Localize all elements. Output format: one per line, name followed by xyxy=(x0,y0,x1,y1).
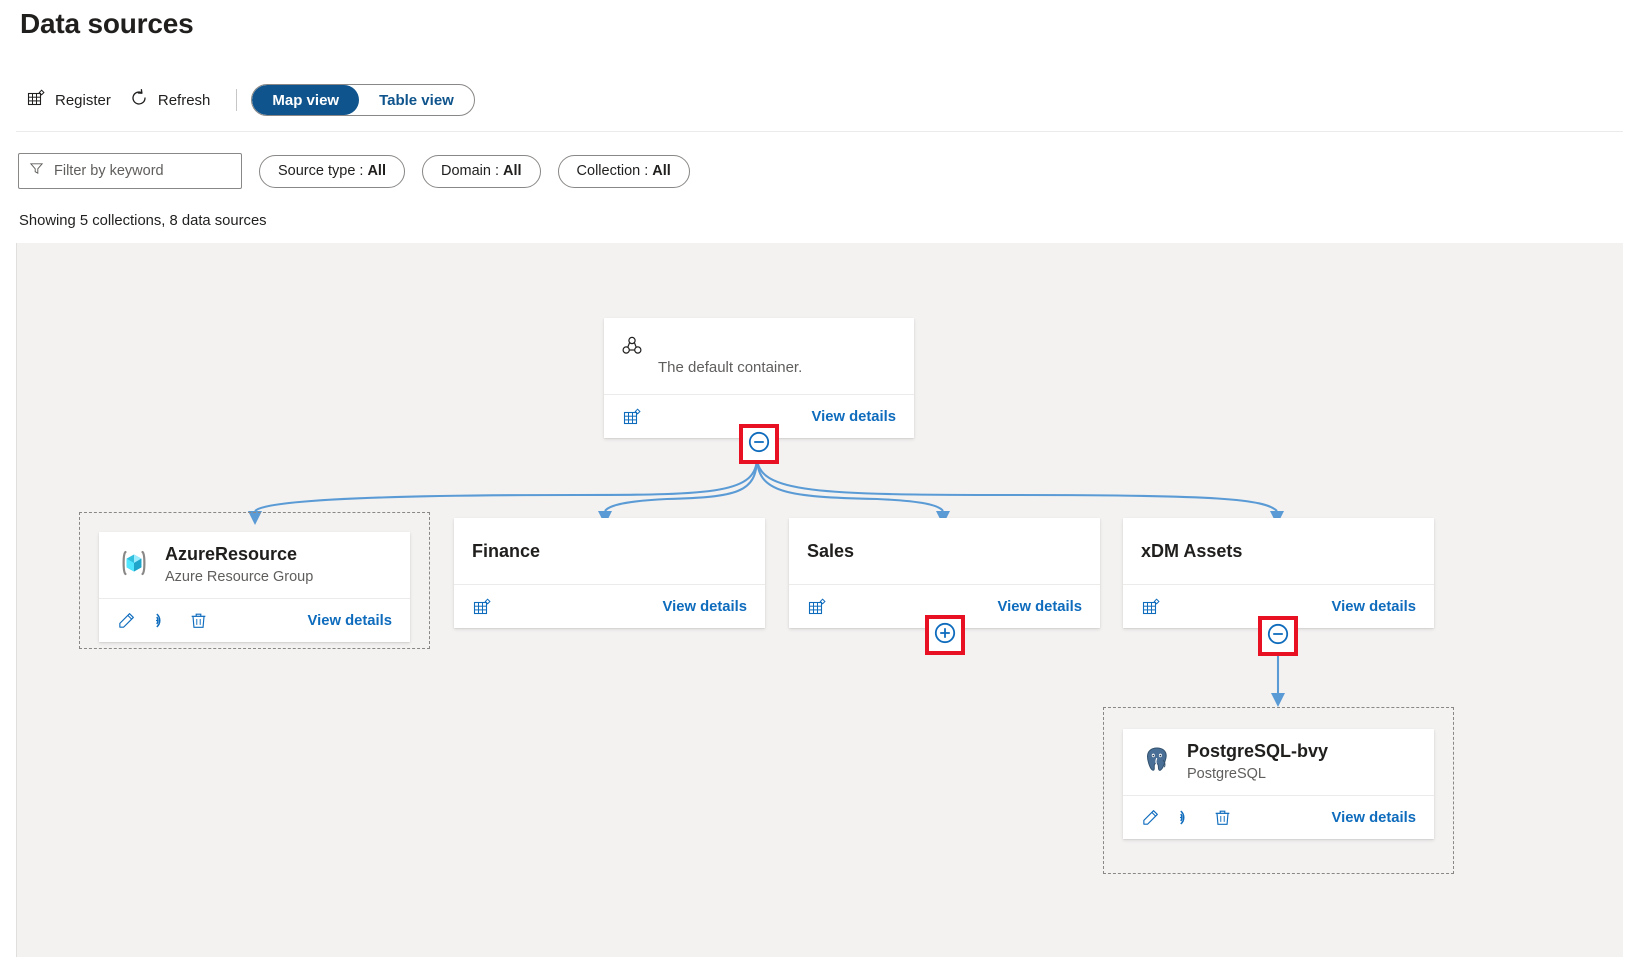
azure-resource-card-subtitle: Azure Resource Group xyxy=(165,568,314,585)
sales-collection-card[interactable]: Sales View details xyxy=(789,518,1100,628)
finance-card-text: Finance xyxy=(472,540,540,563)
filter-chip-collection-value: All xyxy=(652,163,671,179)
register-table-icon[interactable] xyxy=(807,597,827,617)
edit-pencil-icon[interactable] xyxy=(1141,808,1160,827)
xdm-assets-toggle-highlight xyxy=(1258,616,1298,656)
postgresql-card-title: PostgreSQL-bvy xyxy=(1187,741,1329,762)
sales-card-text: Sales xyxy=(807,540,854,563)
postgresql-source-card[interactable]: PostgreSQL-bvy PostgreSQL View details xyxy=(1123,729,1434,839)
postgresql-card-body: PostgreSQL-bvy PostgreSQL xyxy=(1123,729,1434,795)
sales-view-details-link[interactable]: View details xyxy=(998,599,1082,615)
xdm-assets-card-body: xDM Assets xyxy=(1123,518,1434,584)
filter-chip-source-type[interactable]: Source type : All xyxy=(259,154,405,188)
search-input[interactable] xyxy=(52,162,231,180)
finance-card-title: Finance xyxy=(472,540,541,561)
register-button-label: Register xyxy=(55,91,111,109)
search-box[interactable] xyxy=(18,153,242,189)
postgresql-card-text: PostgreSQL-bvy PostgreSQL xyxy=(1187,740,1328,783)
finance-card-footer: View details xyxy=(454,584,765,628)
postgresql-card-subtitle: PostgreSQL xyxy=(1187,765,1266,782)
filter-chip-domain-label: Domain : xyxy=(440,163,499,179)
azure-resource-card-title: AzureResource xyxy=(165,544,298,565)
root-card-body: The default container. xyxy=(604,318,914,394)
azure-resource-card-text: AzureResource Azure Resource Group xyxy=(165,543,313,586)
finance-card-body: Finance xyxy=(454,518,765,584)
xdm-assets-view-details-link[interactable]: View details xyxy=(1332,599,1416,615)
collection-group-icon xyxy=(620,334,644,363)
postgresql-view-details-link[interactable]: View details xyxy=(1332,810,1416,826)
xdm-assets-card-text: xDM Assets xyxy=(1141,540,1242,563)
delete-trash-icon[interactable] xyxy=(189,611,208,630)
filter-funnel-icon xyxy=(29,161,44,181)
filter-chip-source-type-label: Source type : xyxy=(278,163,364,179)
tab-table-view[interactable]: Table view xyxy=(359,85,474,115)
register-table-icon[interactable] xyxy=(1141,597,1161,617)
register-table-icon[interactable] xyxy=(622,407,642,427)
finance-view-details-link[interactable]: View details xyxy=(663,599,747,615)
filter-row: Source type : All Domain : All Collectio… xyxy=(18,153,690,189)
azure-resource-card-body: AzureResource Azure Resource Group xyxy=(99,532,410,598)
root-card-description: The default container. xyxy=(658,358,803,376)
sales-card-title: Sales xyxy=(807,540,855,561)
edit-pencil-icon[interactable] xyxy=(117,611,136,630)
command-bar: Register Refresh Map view Table view xyxy=(20,82,475,118)
azure-resource-view-details-link[interactable]: View details xyxy=(308,613,392,629)
map-canvas[interactable]: The default container. View details Azur… xyxy=(16,243,1623,957)
root-collection-card[interactable]: The default container. View details xyxy=(604,318,914,438)
view-toggle-group: Map view Table view xyxy=(251,84,475,116)
azure-resource-source-card[interactable]: AzureResource Azure Resource Group View … xyxy=(99,532,410,642)
filter-chip-domain-value: All xyxy=(503,163,522,179)
postgresql-card-footer: View details xyxy=(1123,795,1434,839)
finance-collection-card[interactable]: Finance View details xyxy=(454,518,765,628)
root-view-details-link[interactable]: View details xyxy=(812,409,896,425)
scan-radar-icon[interactable] xyxy=(1177,808,1196,827)
filter-chip-collection-label: Collection : xyxy=(576,163,649,179)
root-toggle-highlight xyxy=(739,424,779,464)
filter-chip-source-type-value: All xyxy=(367,163,386,179)
header-divider xyxy=(16,131,1623,132)
register-button[interactable]: Register xyxy=(20,83,123,117)
scan-radar-icon[interactable] xyxy=(153,611,172,630)
filter-chip-domain[interactable]: Domain : All xyxy=(421,154,541,188)
collapse-minus-circle-icon[interactable] xyxy=(1266,622,1290,651)
azure-resource-actions xyxy=(117,611,208,630)
azure-resource-card-footer: View details xyxy=(99,598,410,642)
xdm-assets-collection-card[interactable]: xDM Assets View details xyxy=(1123,518,1434,628)
results-count-text: Showing 5 collections, 8 data sources xyxy=(19,213,267,229)
register-table-icon[interactable] xyxy=(472,597,492,617)
register-table-icon xyxy=(26,88,46,112)
refresh-button-label: Refresh xyxy=(157,91,211,109)
postgresql-elephant-icon xyxy=(1141,744,1173,781)
azure-resource-group-icon xyxy=(117,546,151,585)
command-bar-divider xyxy=(236,89,238,111)
filter-chip-collection[interactable]: Collection : All xyxy=(557,154,690,188)
collapse-minus-circle-icon[interactable] xyxy=(747,430,771,459)
tab-map-view[interactable]: Map view xyxy=(252,85,360,115)
delete-trash-icon[interactable] xyxy=(1213,808,1232,827)
sales-toggle-highlight xyxy=(925,615,965,655)
refresh-circular-arrow-icon xyxy=(129,88,149,112)
refresh-button[interactable]: Refresh xyxy=(123,83,223,117)
xdm-assets-card-title: xDM Assets xyxy=(1141,540,1243,561)
page-title: Data sources xyxy=(20,8,194,39)
sales-card-body: Sales xyxy=(789,518,1100,584)
expand-plus-circle-icon[interactable] xyxy=(933,621,957,650)
data-sources-page: Data sources Register Refresh Map view T… xyxy=(0,0,1639,973)
postgresql-actions xyxy=(1141,808,1232,827)
